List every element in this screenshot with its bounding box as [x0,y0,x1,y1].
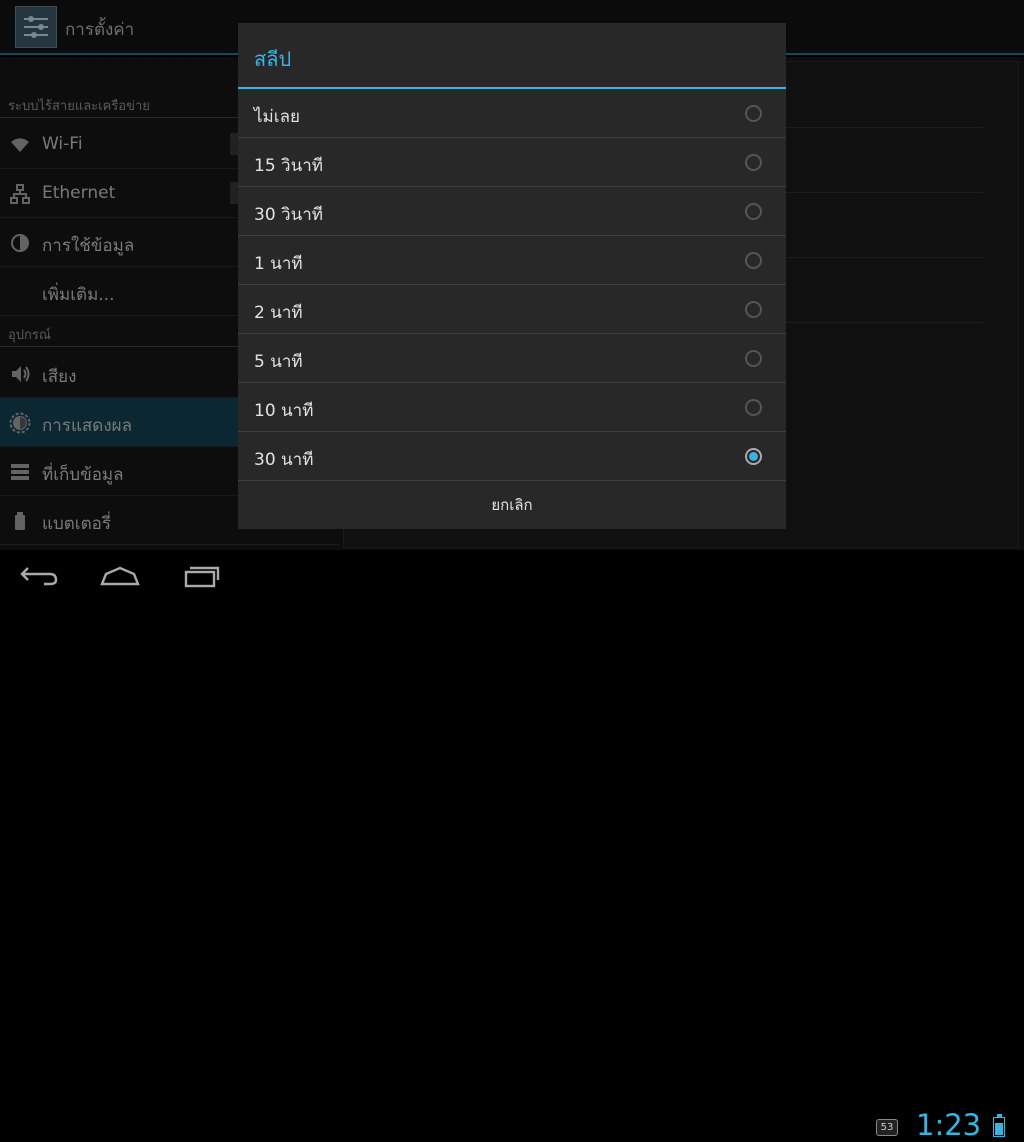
sleep-option-label: 15 วินาที [254,156,323,176]
sleep-dialog: สลีป ไม่เลย 15 วินาที 30 วินาที 1 นาที 2… [238,23,786,529]
radio-button[interactable] [745,105,762,122]
radio-button[interactable] [745,350,762,367]
back-button[interactable] [16,560,64,590]
battery-status-icon[interactable] [993,1114,1005,1137]
radio-button[interactable] [745,399,762,416]
sleep-option[interactable]: 5 นาที [238,334,786,383]
radio-button[interactable] [745,203,762,220]
sleep-option[interactable]: 2 นาที [238,285,786,334]
sleep-option-label: 2 นาที [254,303,303,323]
sleep-option-label: 1 นาที [254,254,303,274]
system-bar: 53 1:23 [0,550,1024,1142]
sleep-option[interactable]: 30 วินาที [238,187,786,236]
sleep-option-label: 30 วินาที [254,205,323,225]
clock[interactable]: 1:23 [916,1108,981,1142]
radio-button[interactable] [745,301,762,318]
notification-badge[interactable]: 53 [876,1119,898,1136]
radio-button[interactable] [745,448,762,465]
radio-button[interactable] [745,154,762,171]
dialog-title: สลีป [254,47,292,71]
cancel-button[interactable]: ยกเลิก [238,481,786,529]
radio-button[interactable] [745,252,762,269]
home-button[interactable] [96,560,144,590]
sleep-option-label: 5 นาที [254,352,303,372]
sleep-option-label: 10 นาที [254,401,314,421]
sleep-option-label: ไม่เลย [254,107,300,127]
sleep-option[interactable]: 30 นาที [238,432,786,481]
sleep-option[interactable]: ไม่เลย [238,89,786,138]
recent-apps-button[interactable] [176,560,224,590]
sleep-option-label: 30 นาที [254,450,314,470]
sleep-option[interactable]: 1 นาที [238,236,786,285]
sleep-option[interactable]: 15 วินาที [238,138,786,187]
sleep-option[interactable]: 10 นาที [238,383,786,432]
